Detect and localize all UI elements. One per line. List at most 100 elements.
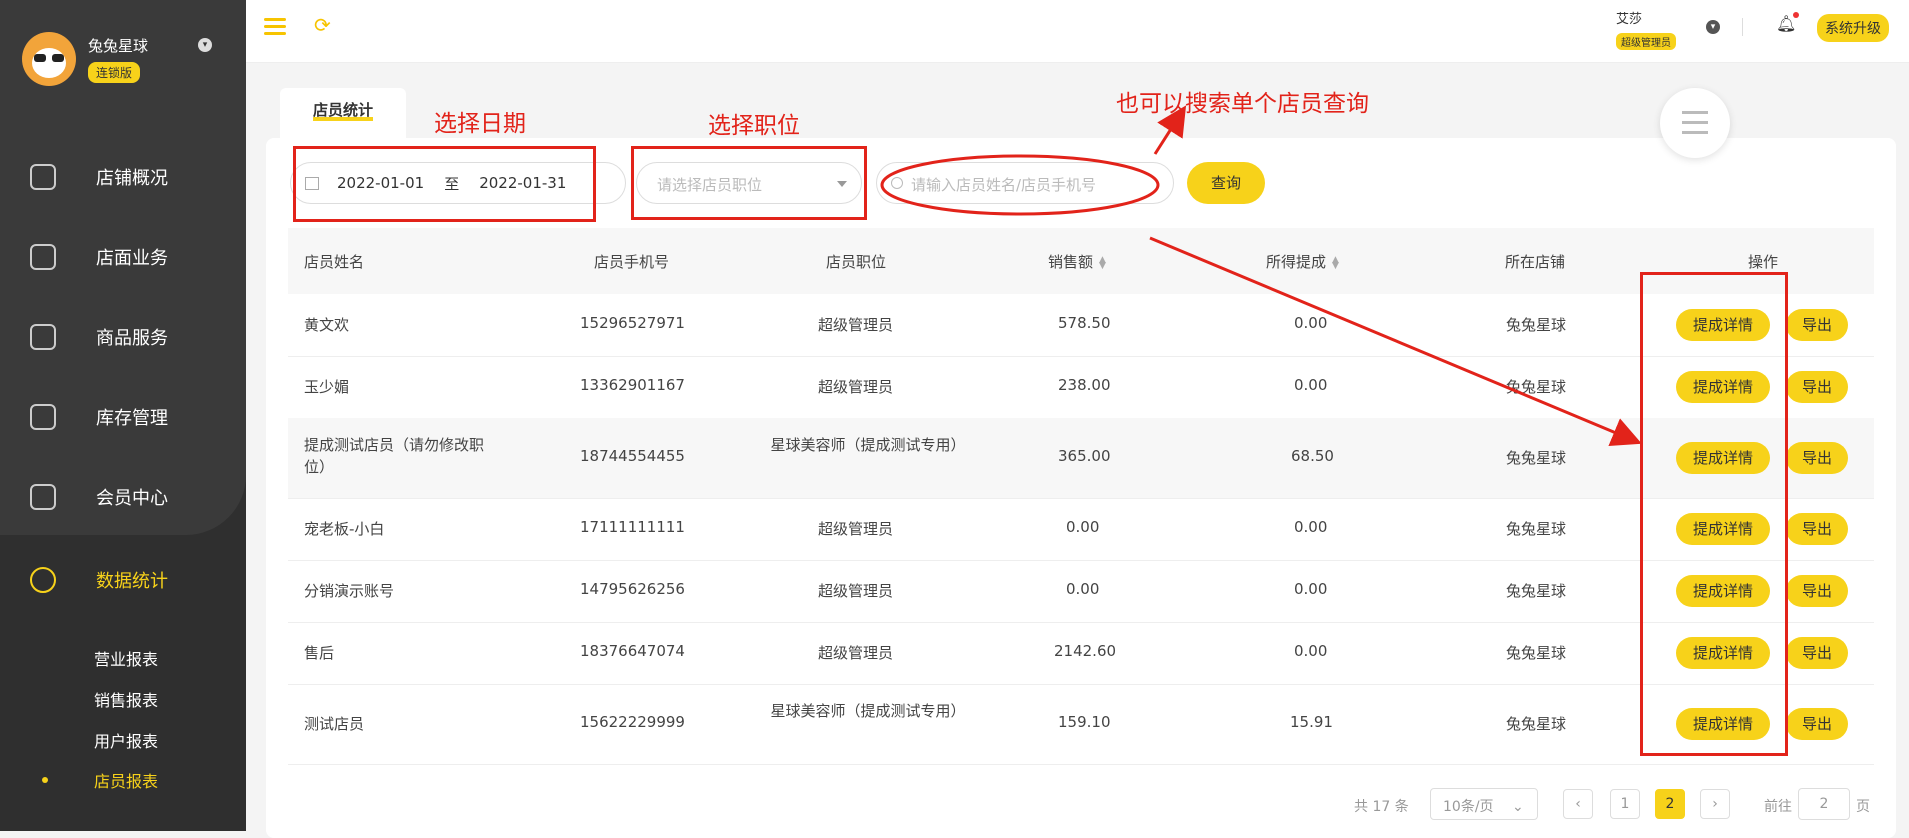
chart-icon xyxy=(30,567,56,593)
sort-icon[interactable]: ▲ ▼ xyxy=(1332,255,1339,270)
staff-phone: 15622229999 xyxy=(580,713,685,731)
user-dropdown-icon[interactable]: ▾ xyxy=(1706,20,1720,34)
sidebar: 兔兔星球 连锁版 ▾ 店铺概况 店面业务 商品服务 库存管理 会员中心 数据统计… xyxy=(0,0,246,831)
page-size-select[interactable]: 10条/页 ⌄ xyxy=(1430,788,1538,820)
col-sales[interactable]: 销售额 ▲ ▼ xyxy=(1048,251,1106,272)
staff-position: 星球美容师（提成测试专用） xyxy=(770,436,966,454)
box-icon xyxy=(30,404,56,430)
query-button[interactable]: 查询 xyxy=(1187,162,1265,204)
annotation-select-position: 选择职位 xyxy=(708,113,800,139)
staff-name: 分销演示账号 xyxy=(304,582,395,600)
page-button-current[interactable]: 2 xyxy=(1655,789,1685,819)
staff-phone: 13362901167 xyxy=(580,376,685,394)
staff-position: 超级管理员 xyxy=(818,316,894,334)
submenu-staff-report[interactable]: 店员报表 xyxy=(94,768,158,792)
brand-dropdown-icon[interactable]: ▾ xyxy=(198,38,212,52)
store-name: 兔兔星球 xyxy=(1506,715,1567,733)
user-name: 艾莎 xyxy=(1616,12,1643,27)
sort-icon[interactable]: ▲ ▼ xyxy=(1099,255,1106,270)
export-button[interactable]: 导出 xyxy=(1786,575,1848,607)
table-row: 提成测试店员（请勿修改职位） 18744554455 星球美容师（提成测试专用）… xyxy=(288,418,1874,499)
brand-name: 兔兔星球 xyxy=(88,37,149,55)
brand-badge: 连锁版 xyxy=(88,62,141,83)
page-suffix: 页 xyxy=(1856,799,1870,815)
export-button[interactable]: 导出 xyxy=(1786,442,1848,474)
table-row: 测试店员 15622229999 星球美容师（提成测试专用） 159.10 15… xyxy=(288,684,1874,765)
bag-icon xyxy=(30,324,56,350)
goto-label: 前往 xyxy=(1764,799,1792,815)
sidebar-item-store-business[interactable]: 店面业务 xyxy=(0,232,246,282)
submenu-business-report[interactable]: 营业报表 xyxy=(94,646,158,670)
divider xyxy=(1742,18,1743,36)
home-icon xyxy=(30,244,56,270)
menu-toggle-icon[interactable] xyxy=(264,18,286,36)
col-position: 店员职位 xyxy=(826,253,887,271)
staff-search-input[interactable]: 请输入店员姓名/店员手机号 xyxy=(876,162,1174,204)
submenu-user-report[interactable]: 用户报表 xyxy=(94,728,158,752)
staff-position: 超级管理员 xyxy=(818,644,894,662)
export-button[interactable]: 导出 xyxy=(1786,513,1848,545)
user-info[interactable]: 艾莎 超级管理员 xyxy=(1616,8,1676,50)
member-icon xyxy=(30,484,56,510)
next-page-button[interactable]: › xyxy=(1700,789,1730,819)
staff-position: 超级管理员 xyxy=(818,520,894,538)
annotation-box-date xyxy=(293,146,596,222)
staff-name: 售后 xyxy=(304,644,335,662)
sidebar-item-data-stats[interactable]: 数据统计 xyxy=(0,552,246,608)
topbar: ⟳ 艾莎 超级管理员 ▾ 🔔︎ 系统升级 xyxy=(246,0,1909,63)
page-button[interactable]: 1 xyxy=(1610,789,1640,819)
list-menu-icon[interactable] xyxy=(1660,88,1730,158)
store-name: 兔兔星球 xyxy=(1506,582,1567,600)
export-button[interactable]: 导出 xyxy=(1786,371,1848,403)
current-indicator-dot xyxy=(42,777,48,783)
staff-name: 测试店员 xyxy=(304,715,365,733)
prev-page-button[interactable]: ‹ xyxy=(1563,789,1593,819)
staff-phone: 14795626256 xyxy=(580,580,685,598)
store-name: 兔兔星球 xyxy=(1506,520,1567,538)
table-row: 售后 18376647074 超级管理员 2142.60 0.00 兔兔星球 提… xyxy=(288,622,1874,685)
staff-name: 玉少媚 xyxy=(304,378,350,396)
col-store: 所在店铺 xyxy=(1505,253,1566,271)
staff-position: 超级管理员 xyxy=(818,378,894,396)
sidebar-item-inventory[interactable]: 库存管理 xyxy=(0,392,246,442)
commission: 68.50 xyxy=(1291,447,1334,465)
search-icon xyxy=(891,177,903,189)
store-name: 兔兔星球 xyxy=(1506,378,1567,396)
export-button[interactable]: 导出 xyxy=(1786,708,1848,740)
commission: 0.00 xyxy=(1294,376,1328,394)
annotation-select-date: 选择日期 xyxy=(434,111,526,137)
staff-position: 星球美容师（提成测试专用） xyxy=(770,702,966,720)
table-row: 宠老板-小白 17111111111 超级管理员 0.00 0.00 兔兔星球 … xyxy=(288,498,1874,561)
sales-amount: 159.10 xyxy=(1058,713,1111,731)
commission: 0.00 xyxy=(1294,642,1328,660)
staff-name: 黄文欢 xyxy=(304,316,350,334)
monitor-icon xyxy=(30,164,56,190)
staff-phone: 17111111111 xyxy=(580,518,685,536)
store-name: 兔兔星球 xyxy=(1506,644,1567,662)
export-button[interactable]: 导出 xyxy=(1786,637,1848,669)
col-actions: 操作 xyxy=(1748,253,1779,271)
sidebar-item-store-overview[interactable]: 店铺概况 xyxy=(0,152,246,202)
annotation-box-position xyxy=(631,146,867,220)
system-upgrade-button[interactable]: 系统升级 xyxy=(1817,14,1889,42)
table-row: 分销演示账号 14795626256 超级管理员 0.00 0.00 兔兔星球 … xyxy=(288,560,1874,623)
refresh-icon[interactable]: ⟳ xyxy=(314,14,336,36)
col-commission[interactable]: 所得提成 ▲ ▼ xyxy=(1266,251,1339,272)
staff-name: 宠老板-小白 xyxy=(304,520,385,538)
table-header: 店员姓名 店员手机号 店员职位 销售额 ▲ ▼ 所得提成 ▲ ▼ 所在店铺 操作 xyxy=(288,228,1874,294)
export-button[interactable]: 导出 xyxy=(1786,309,1848,341)
pagination-total: 共 17 条 xyxy=(1354,799,1409,815)
goto-page-input[interactable]: 2 xyxy=(1798,788,1850,820)
submenu-sales-report[interactable]: 销售报表 xyxy=(94,687,158,711)
table-row: 玉少媚 13362901167 超级管理员 238.00 0.00 兔兔星球 提… xyxy=(288,356,1874,419)
sidebar-item-goods-service[interactable]: 商品服务 xyxy=(0,312,246,362)
annotation-search-single: 也可以搜索单个店员查询 xyxy=(1116,91,1369,117)
sales-amount: 0.00 xyxy=(1066,580,1100,598)
staff-phone: 15296527971 xyxy=(580,314,685,332)
commission: 0.00 xyxy=(1294,314,1328,332)
commission: 0.00 xyxy=(1294,580,1328,598)
sidebar-item-member-center[interactable]: 会员中心 xyxy=(0,472,246,522)
sales-amount: 0.00 xyxy=(1066,518,1100,536)
user-role-badge: 超级管理员 xyxy=(1616,33,1676,50)
tab-staff-stats[interactable]: 店员统计 xyxy=(280,88,406,138)
